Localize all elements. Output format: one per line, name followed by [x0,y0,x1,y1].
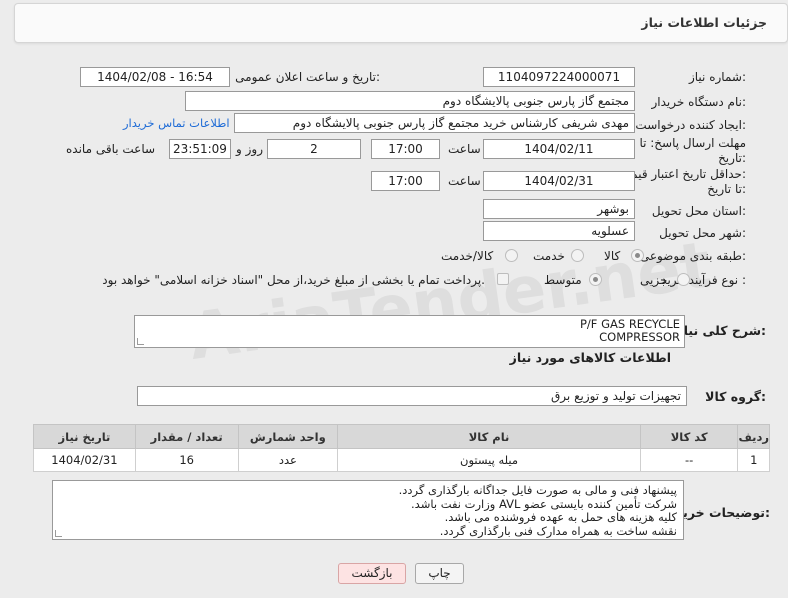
process-radio-minor[interactable] [677,273,690,286]
goods-group-label: گروه کالا: [705,389,766,404]
city-field: عسلویه [483,221,635,241]
validity-label-date: تا تاریخ: [707,182,746,196]
validity-time-label: ساعت [448,174,481,188]
goods-group-field: تجهیزات تولید و توزیع برق [137,386,687,406]
requester-field: مهدی شریفی کارشناس خرید مجتمع گاز پارس ج… [234,113,635,133]
deadline-date-field: 1404/02/11 [483,139,635,159]
buyer-org-field: مجتمع گاز پارس جنوبی پالایشگاه دوم [185,91,635,111]
contact-info-link[interactable]: اطلاعات تماس خریدار [123,116,230,130]
col-need-date: تاریخ نیاز [33,424,136,449]
buyer-note-line-4: نقشه ساخت به همراه مدارک فنی بارگذاری گر… [439,523,677,538]
buyer-org-label: نام دستگاه خریدار: [651,95,747,109]
items-table: ردیف کد کالا نام کالا واحد شمارش تعداد /… [33,424,770,472]
page-header: جزئیات اطلاعات نیاز [14,3,788,43]
buyer-note-line-2: شرکت تأمین کننده بایستی عضو AVL وزارت نف… [411,496,677,511]
cell-unit: عدد [237,448,339,472]
col-name: نام کالا [337,424,641,449]
process-radio-medium[interactable] [589,273,602,286]
table-row[interactable]: 1 -- میله پیستون عدد 16 1404/02/31 [33,448,770,472]
process-type-label: نوع فرآیند خرید : [661,273,746,287]
cell-name: میله پیستون [337,448,641,472]
treasury-payment-checkbox[interactable] [497,273,509,285]
requester-label: ایجاد کننده درخواست: [635,118,746,132]
col-quantity: تعداد / مقدار [134,424,239,449]
cell-code: -- [639,448,739,472]
category-option-goods-service: کالا/خدمت [441,249,494,263]
category-radio-goods-service[interactable] [505,249,518,262]
city-label: شهر محل تحویل: [659,226,746,240]
deadline-time-label: ساعت [448,142,481,156]
category-option-service: خدمت [533,249,565,263]
back-button[interactable]: بازگشت [338,563,406,584]
cell-need-date: 1404/02/31 [33,448,136,472]
deadline-label: مهلت ارسال پاسخ: تا [639,136,746,150]
summary-line-2: COMPRESSOR [599,330,680,344]
print-button[interactable]: چاپ [415,563,464,584]
summary-label: شرح کلی نیاز: [676,323,767,338]
category-radio-goods[interactable] [631,249,644,262]
validity-label: حداقل تاریخ اعتبار قیمت: [619,167,746,181]
announce-label: تاریخ و ساعت اعلان عمومی: [235,70,380,84]
col-code: کد کالا [639,424,739,449]
goods-section-title: اطلاعات کالاهای مورد نیاز [509,350,671,365]
page-title: جزئیات اطلاعات نیاز [641,15,767,30]
category-option-goods: کالا [604,249,621,263]
buyer-note-line-1: پیشنهاد فنی و مالی به صورت فایل جداگانه … [398,483,677,497]
col-unit: واحد شمارش [237,424,339,449]
cell-quantity: 16 [134,448,239,472]
process-option-medium: متوسط [544,273,582,287]
province-label: استان محل تحویل: [651,204,746,218]
deadline-label-date: تاریخ: [718,151,746,165]
process-option-minor: جزیی [640,273,668,287]
validity-time-field: 17:00 [371,171,440,191]
province-field: بوشهر [483,199,635,219]
announce-field: 1404/02/08 - 16:54 [80,67,230,87]
category-label: طبقه بندی موضوعی: [639,249,746,263]
category-radio-service[interactable] [571,249,584,262]
summary-textarea[interactable]: P/F GAS RECYCLE COMPRESSOR [134,315,685,348]
treasury-payment-note: پرداخت تمام یا بخشی از مبلغ خرید،از محل … [102,273,485,287]
remaining-time-field: 23:51:09 [169,139,231,159]
items-table-header: ردیف کد کالا نام کالا واحد شمارش تعداد /… [33,424,770,449]
cell-row: 1 [737,448,770,472]
buyer-note-line-3: کلیه هزینه های حمل به عهده فروشنده می با… [444,510,677,524]
col-row: ردیف [737,424,770,449]
need-number-label: شماره نیاز: [688,70,746,84]
resize-grip-icon[interactable] [137,338,144,345]
deadline-time-field: 17:00 [371,139,440,159]
buyer-notes-textarea[interactable]: پیشنهاد فنی و مالی به صورت فایل جداگانه … [52,480,684,540]
days-remaining-field: 2 [267,139,361,159]
need-number-field: 1104097224000071 [483,67,635,87]
validity-date-field: 1404/02/31 [483,171,635,191]
days-label: روز و [236,142,263,156]
resize-grip-icon[interactable] [55,530,62,537]
remaining-time-label: ساعت باقی مانده [66,142,156,156]
